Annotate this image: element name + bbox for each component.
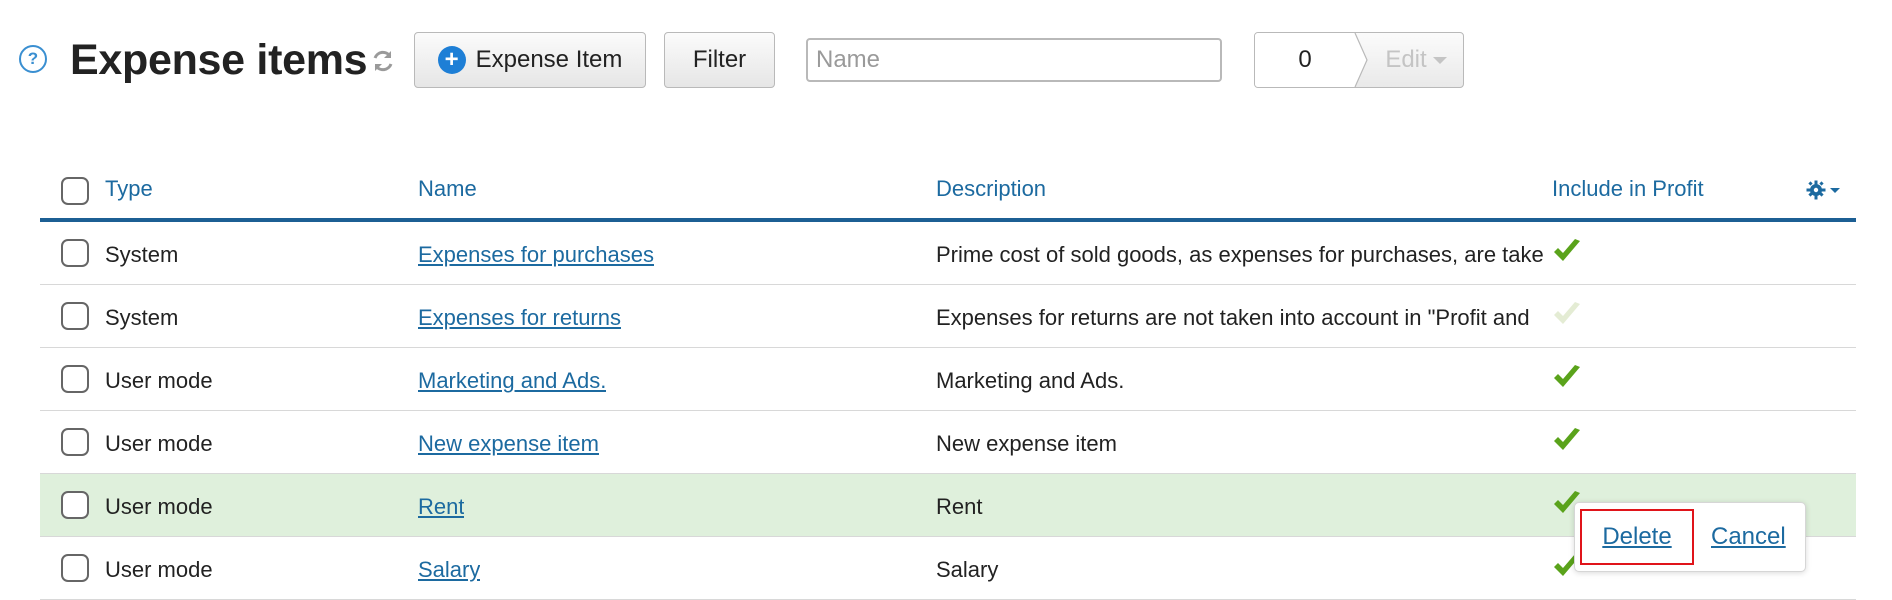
type-cell: System (105, 242, 179, 267)
checkmark-icon (1554, 302, 1580, 324)
selected-count: 0 (1255, 33, 1355, 87)
description-cell: Salary (936, 557, 999, 582)
edit-label: Edit (1385, 46, 1427, 73)
arrow-divider-icon (1351, 33, 1368, 87)
expense-name-link[interactable]: Expenses for purchases (418, 242, 654, 267)
type-cell: System (105, 305, 179, 330)
row-checkbox[interactable] (61, 302, 89, 330)
table-header: Type Name Description Include in Profit (40, 164, 1856, 222)
delete-button[interactable]: Delete (1580, 509, 1694, 565)
expense-name-link[interactable]: Rent (418, 494, 464, 519)
name-search-input[interactable] (806, 38, 1222, 82)
refresh-icon[interactable] (370, 48, 396, 74)
row-checkbox[interactable] (61, 554, 89, 582)
edit-dropdown-button[interactable]: Edit (1369, 33, 1463, 87)
description-cell: Marketing and Ads. (936, 368, 1125, 393)
column-header-description[interactable]: Description (936, 176, 1582, 202)
add-expense-item-button[interactable]: + Expense Item (414, 32, 646, 88)
description-cell: Prime cost of sold goods, as expenses fo… (936, 242, 1544, 267)
cancel-button[interactable]: Cancel (1711, 509, 1786, 565)
plus-circle-icon: + (437, 46, 466, 74)
checkmark-icon (1554, 428, 1580, 450)
filter-button[interactable]: Filter (664, 32, 775, 88)
row-checkbox[interactable] (61, 365, 89, 393)
row-checkbox[interactable] (61, 491, 89, 519)
type-cell: User mode (105, 431, 213, 456)
description-cell: New expense item (936, 431, 1117, 456)
expense-name-link[interactable]: Expenses for returns (418, 305, 621, 330)
description-cell: Expenses for returns are not taken into … (936, 305, 1530, 330)
table-row[interactable]: System Expenses for purchases Prime cost… (40, 222, 1856, 285)
selection-counter-group: 0 Edit (1254, 32, 1464, 88)
gear-icon[interactable] (1805, 178, 1843, 202)
type-cell: User mode (105, 557, 213, 582)
expense-name-link[interactable]: Marketing and Ads. (418, 368, 606, 393)
table-row[interactable]: User mode Marketing and Ads. Marketing a… (40, 348, 1856, 411)
checkmark-icon (1554, 239, 1580, 261)
expense-name-link[interactable]: Salary (418, 557, 480, 582)
table-row[interactable]: User mode New expense item New expense i… (40, 411, 1856, 474)
help-icon[interactable]: ? (19, 45, 47, 73)
type-cell: User mode (105, 368, 213, 393)
table-row[interactable]: System Expenses for returns Expenses for… (40, 285, 1856, 348)
row-checkbox[interactable] (61, 428, 89, 456)
column-header-type[interactable]: Type (105, 176, 153, 202)
chevron-down-icon (1432, 57, 1447, 65)
select-all-checkbox[interactable] (61, 177, 89, 205)
description-cell: Rent (936, 494, 983, 519)
column-header-include-in-profit[interactable]: Include in Profit (1552, 176, 1704, 202)
checkmark-icon (1554, 365, 1580, 387)
column-header-name[interactable]: Name (418, 176, 477, 202)
row-checkbox[interactable] (61, 239, 89, 267)
expense-name-link[interactable]: New expense item (418, 431, 599, 456)
delete-confirm-popup: Delete Cancel (1574, 502, 1806, 572)
page-title: Expense items (70, 36, 368, 84)
add-expense-item-label: Expense Item (475, 46, 623, 73)
type-cell: User mode (105, 494, 213, 519)
